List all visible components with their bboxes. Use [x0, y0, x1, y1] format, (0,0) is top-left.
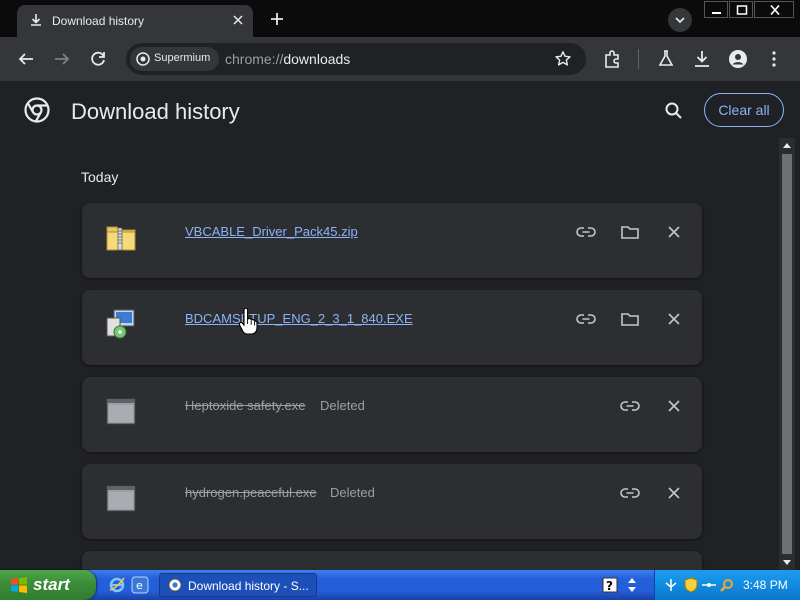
start-label: start	[33, 575, 70, 594]
status-label: Deleted	[320, 398, 365, 413]
network-icon[interactable]	[663, 577, 679, 593]
chip-label: Supermium	[154, 52, 211, 64]
download-item: hydrogen.peaceful.exe Deleted	[82, 464, 702, 539]
site-info-chip[interactable]: Supermium	[130, 47, 219, 71]
remove-item-icon[interactable]	[664, 396, 684, 416]
search-tray-icon[interactable]	[719, 577, 735, 593]
remove-item-icon[interactable]	[664, 483, 684, 503]
maximize-icon	[736, 5, 748, 15]
svg-text:?: ?	[606, 579, 613, 593]
taskbar: start e Download history - S... ? 3:48 P…	[0, 570, 800, 600]
profile-avatar-icon[interactable]	[726, 47, 750, 71]
download-icon	[31, 14, 41, 26]
labs-flask-icon[interactable]	[654, 47, 678, 71]
remove-item-icon[interactable]	[664, 222, 684, 242]
browser-toolbar: Supermium chrome://downloads	[0, 37, 800, 81]
status-label: Deleted	[330, 485, 375, 500]
downloads-icon[interactable]	[690, 47, 714, 71]
tab-download-history[interactable]: Download history	[17, 5, 253, 37]
menu-kebab-icon[interactable]	[762, 47, 786, 71]
file-name-link[interactable]: BDCAMSETUP_ENG_2_3_1_840.EXE	[185, 311, 413, 326]
windows-logo-icon	[11, 577, 27, 593]
file-name-deleted: hydrogen.peaceful.exe	[185, 485, 317, 500]
page-scrollbar[interactable]	[779, 138, 795, 570]
toolbar-separator	[638, 49, 639, 69]
tab-search-button[interactable]	[668, 8, 692, 32]
svg-text:e: e	[136, 579, 143, 592]
taskbar-item-label: Download history - S...	[188, 579, 309, 593]
window-app-icon	[106, 398, 136, 425]
remove-item-icon[interactable]	[664, 309, 684, 329]
reload-icon[interactable]	[86, 47, 110, 71]
taskbar-item-download-history[interactable]: Download history - S...	[159, 573, 317, 597]
minimize-button[interactable]	[704, 1, 728, 18]
browser-window: Download history Supermium chrome://down…	[0, 0, 800, 570]
forward-icon[interactable]	[50, 47, 74, 71]
scroll-down-arrow-icon[interactable]	[782, 559, 792, 567]
copy-link-icon[interactable]	[576, 222, 596, 242]
system-tray: 3:48 PM	[654, 570, 800, 600]
download-item: VBCABLE_Driver_Pack45.zip	[82, 203, 702, 278]
browser-logo-icon	[24, 97, 50, 123]
zip-folder-icon	[106, 226, 136, 251]
window-app-icon	[106, 485, 136, 512]
taskbar-scroll-arrows-icon[interactable]	[626, 576, 638, 594]
extensions-icon[interactable]	[601, 47, 625, 71]
close-icon	[770, 5, 780, 15]
copy-link-icon[interactable]	[620, 483, 640, 503]
browser-logo-icon	[136, 52, 150, 66]
close-tab-icon[interactable]	[230, 12, 246, 28]
copy-link-icon[interactable]	[620, 396, 640, 416]
url-text: chrome://downloads	[225, 51, 351, 67]
tab-title: Download history	[52, 14, 145, 28]
back-icon[interactable]	[14, 47, 38, 71]
show-in-folder-icon[interactable]	[620, 309, 640, 329]
scrollbar-thumb[interactable]	[782, 154, 792, 554]
scroll-up-arrow-icon[interactable]	[782, 141, 792, 149]
search-icon[interactable]	[662, 99, 686, 123]
maximize-button[interactable]	[729, 1, 753, 18]
copy-link-icon[interactable]	[576, 309, 596, 329]
tab-strip: Download history	[0, 0, 800, 37]
browser-logo-icon	[168, 578, 182, 592]
help-icon[interactable]: ?	[602, 577, 618, 593]
download-item: BDCAMSETUP_ENG_2_3_1_840.EXE	[82, 290, 702, 365]
page-title: Download history	[71, 99, 240, 124]
file-name-deleted: Heptoxide safety.exe	[185, 398, 306, 413]
downloads-page: Download history Clear all Today VBCABLE…	[0, 81, 800, 570]
file-name-link[interactable]: VBCABLE_Driver_Pack45.zip	[185, 224, 358, 239]
security-shield-icon[interactable]	[683, 577, 699, 593]
clock: 3:48 PM	[743, 578, 788, 592]
address-bar[interactable]: Supermium chrome://downloads	[126, 43, 586, 75]
close-window-button[interactable]	[754, 1, 794, 18]
bookmark-star-icon[interactable]	[554, 50, 572, 68]
new-tab-icon[interactable]	[266, 8, 288, 30]
download-item: Heptoxide safety.exe Deleted	[82, 377, 702, 452]
minimize-icon	[712, 12, 721, 14]
download-item	[82, 551, 702, 570]
start-button[interactable]: start	[0, 570, 96, 600]
clear-all-button[interactable]: Clear all	[704, 93, 784, 127]
chevron-down-icon	[675, 17, 685, 24]
internet-explorer-icon[interactable]	[108, 576, 126, 594]
hand-cursor-icon	[238, 308, 258, 335]
date-section-label: Today	[81, 169, 119, 185]
browser-quicklaunch-icon[interactable]: e	[131, 576, 149, 594]
setup-exe-icon	[106, 309, 135, 339]
connection-icon[interactable]	[701, 577, 717, 593]
show-in-folder-icon[interactable]	[620, 222, 640, 242]
